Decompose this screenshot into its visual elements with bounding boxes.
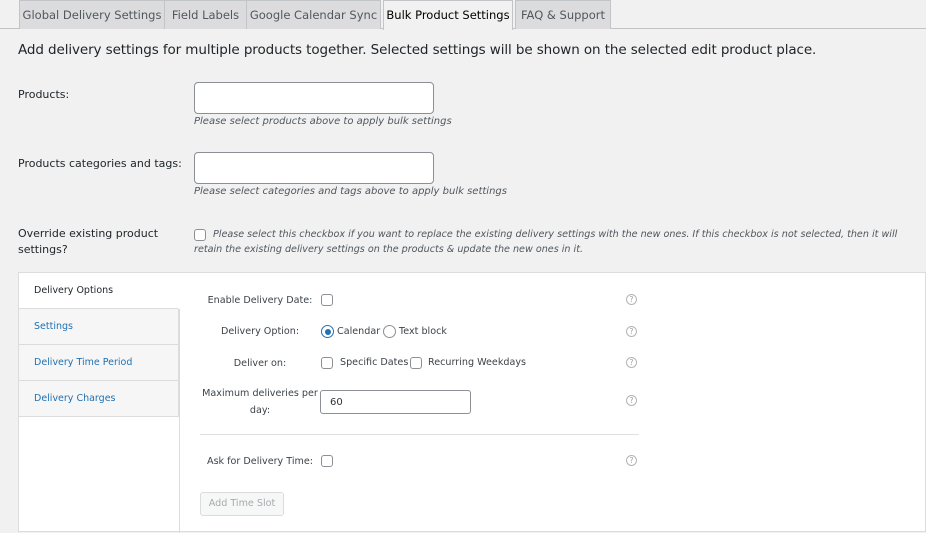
override-label: Override existing product settings? (18, 227, 159, 256)
enable-delivery-date-checkbox[interactable] (321, 294, 333, 306)
delivery-option-label: Delivery Option: (220, 326, 300, 337)
side-tab-delivery-time-period[interactable]: Delivery Time Period (19, 345, 179, 381)
products-label: Products: (18, 88, 70, 101)
specific-dates-label: Specific Dates (340, 357, 409, 368)
section-divider (200, 434, 639, 435)
max-deliveries-input[interactable] (320, 390, 471, 414)
products-description: Please select products above to apply bu… (194, 116, 452, 127)
side-tab-settings[interactable]: Settings (19, 309, 179, 345)
side-divider (179, 309, 180, 533)
ask-delivery-time-label: Ask for Delivery Time: (207, 456, 313, 467)
max-deliveries-label: Maximum deliveries per day: (202, 388, 318, 416)
tab-google-calendar-sync[interactable]: Google Calendar Sync (246, 0, 381, 29)
recurring-weekdays-checkbox[interactable] (410, 357, 422, 369)
categories-description: Please select categories and tags above … (194, 186, 507, 197)
calendar-radio[interactable] (321, 325, 334, 338)
deliver-on-label: Deliver on: (233, 358, 287, 369)
tab-bulk-product-settings[interactable]: Bulk Product Settings (383, 0, 513, 30)
override-checkbox[interactable] (194, 229, 206, 241)
help-icon[interactable]: ? (626, 326, 637, 337)
text-block-option-label: Text block (399, 326, 447, 337)
calendar-option-label: Calendar (337, 326, 381, 337)
side-tab-delivery-charges[interactable]: Delivery Charges (19, 381, 179, 417)
add-time-slot-button[interactable]: Add Time Slot (200, 492, 284, 516)
ask-delivery-time-checkbox[interactable] (321, 455, 333, 467)
tab-field-labels[interactable]: Field Labels (164, 0, 247, 29)
settings-tabs: Global Delivery Settings Field Labels Go… (0, 0, 926, 30)
text-block-radio[interactable] (383, 325, 396, 338)
help-icon[interactable]: ? (626, 455, 637, 466)
tab-faq-support[interactable]: FAQ & Support (515, 0, 611, 29)
side-tab-delivery-options[interactable]: Delivery Options (19, 273, 179, 309)
enable-delivery-date-label: Enable Delivery Date: (207, 295, 313, 306)
override-description: Please select this checkbox if you want … (194, 229, 898, 255)
categories-tags-select[interactable] (194, 152, 434, 184)
recurring-weekdays-label: Recurring Weekdays (428, 357, 527, 368)
categories-label: Products categories and tags: (18, 157, 182, 170)
help-icon[interactable]: ? (626, 357, 637, 368)
specific-dates-checkbox[interactable] (321, 357, 333, 369)
help-icon[interactable]: ? (626, 395, 637, 406)
page-intro: Add delivery settings for multiple produ… (18, 42, 817, 58)
products-select[interactable] (194, 82, 434, 114)
tab-global-delivery-settings[interactable]: Global Delivery Settings (19, 0, 165, 29)
bulk-settings-panel: Delivery Options Settings Delivery Time … (18, 272, 926, 533)
help-icon[interactable]: ? (626, 294, 637, 305)
side-tabs: Delivery Options Settings Delivery Time … (19, 273, 179, 417)
